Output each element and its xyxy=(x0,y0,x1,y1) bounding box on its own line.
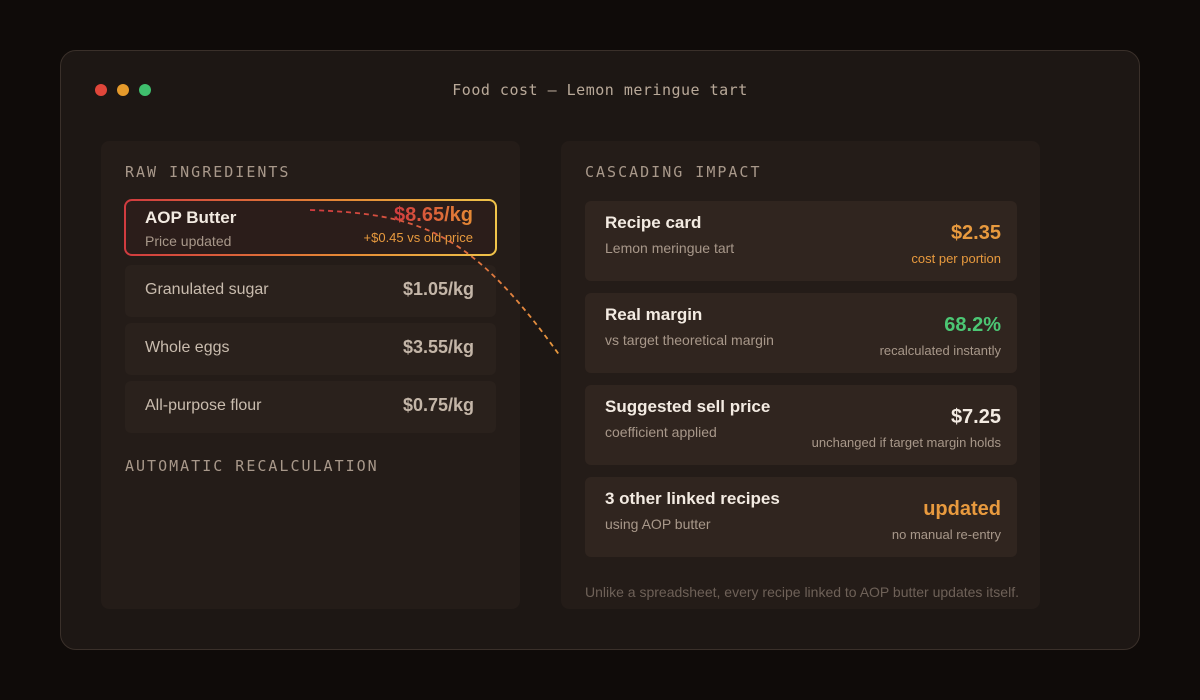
app-window: Food cost — Lemon meringue tart RAW INGR… xyxy=(60,50,1140,650)
raw-ingredients-panel: RAW INGREDIENTS AOP Butter Price updated… xyxy=(101,141,520,609)
ingredient-price: $8.65/kg xyxy=(394,204,473,226)
card-value: 68.2% xyxy=(944,314,1001,336)
card-title: Suggested sell price xyxy=(605,397,771,416)
card-title: Recipe card xyxy=(605,213,702,232)
card-title: 3 other linked recipes xyxy=(605,489,780,508)
card-note: no manual re-entry xyxy=(891,527,1001,542)
ingredient-name: Granulated sugar xyxy=(145,281,269,298)
price-updated-status: Price updated xyxy=(145,233,232,249)
ingredient-name: All-purpose flour xyxy=(145,397,262,414)
card-subtitle: coefficient applied xyxy=(605,424,717,440)
price-delta: +$0.45 vs old price xyxy=(363,230,473,245)
card-value: $2.35 xyxy=(950,222,1001,244)
ingredient-name: AOP Butter xyxy=(145,208,237,227)
card-value: $7.25 xyxy=(950,406,1001,428)
ingredient-name: Whole eggs xyxy=(145,339,230,356)
card-note: cost per portion xyxy=(911,251,1001,266)
impact-card-linked-recipes[interactable]: 3 other linked recipes using AOP butter … xyxy=(585,477,1017,557)
footnote: Unlike a spreadsheet, every recipe linke… xyxy=(585,584,1019,600)
impact-card-margin[interactable]: Real margin vs target theoretical margin… xyxy=(585,293,1017,373)
card-note: unchanged if target margin holds xyxy=(811,435,1001,450)
automatic-recalculation-heading: AUTOMATIC RECALCULATION xyxy=(125,457,379,475)
impact-card-sell-price[interactable]: Suggested sell price coefficient applied… xyxy=(585,385,1017,465)
ingredient-price: $3.55/kg xyxy=(402,337,474,357)
ingredient-row[interactable]: Granulated sugar $1.05/kg xyxy=(125,265,496,317)
ingredient-row[interactable]: Whole eggs $3.55/kg xyxy=(125,323,496,375)
cascading-impact-panel: CASCADING IMPACT Recipe card Lemon merin… xyxy=(561,141,1040,609)
ingredient-price: $1.05/kg xyxy=(402,279,474,299)
ingredient-price: $0.75/kg xyxy=(402,395,474,415)
impact-card-recipe[interactable]: Recipe card Lemon meringue tart $2.35 co… xyxy=(585,201,1017,281)
card-subtitle: vs target theoretical margin xyxy=(605,332,774,348)
card-title: Real margin xyxy=(605,305,703,324)
ingredient-row[interactable]: All-purpose flour $0.75/kg xyxy=(125,381,496,433)
cascading-impact-heading: CASCADING IMPACT xyxy=(585,163,762,181)
card-subtitle: Lemon meringue tart xyxy=(605,240,735,256)
ingredient-row-aop-butter[interactable]: AOP Butter Price updated $8.65/kg +$0.45… xyxy=(124,199,497,256)
raw-ingredients-heading: RAW INGREDIENTS xyxy=(125,163,291,181)
card-note: recalculated instantly xyxy=(879,343,1001,358)
card-value: updated xyxy=(923,498,1001,520)
card-subtitle: using AOP butter xyxy=(605,516,711,532)
window-title: Food cost — Lemon meringue tart xyxy=(452,81,748,99)
